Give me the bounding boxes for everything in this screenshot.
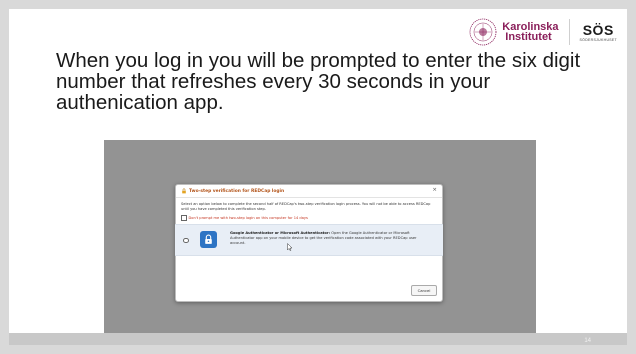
authenticator-lock-icon[interactable] [200,230,217,248]
logo-area: Karolinska Institutet SÖS SÖDERSJUKHUSET [468,13,617,51]
karolinska-wordmark: Karolinska Institutet [502,22,558,43]
authenticator-radio[interactable] [183,237,189,243]
ki-line2: Institutet [505,31,552,43]
lock-icon [182,188,186,194]
karolinska-seal-icon [469,18,497,46]
authenticator-option[interactable]: Google Authenticator or Microsoft Authen… [175,223,443,256]
screenshot-overlay: Two-step verification for REDCap login ×… [104,140,536,345]
slide: Karolinska Institutet SÖS SÖDERSJUKHUSET… [9,9,627,345]
authenticator-option-title: Google Authenticator or Microsoft Authen… [230,230,331,235]
page-number: 14 [584,338,591,344]
skip-prompt-row[interactable]: Don't prompt me with two-step login on t… [181,215,437,221]
authenticator-option-text[interactable]: Google Authenticator or Microsoft Authen… [230,231,430,247]
logo-divider [568,19,570,45]
cancel-button[interactable]: Cancel [411,285,437,296]
skip-prompt-checkbox[interactable] [181,215,187,221]
slide-footer: 14 [9,333,627,345]
sos-subtitle: SÖDERSJUKHUSET [579,37,617,42]
dialog-body: Select an option below to complete the s… [176,198,442,221]
skip-prompt-label[interactable]: Don't prompt me with two-step login on t… [189,216,308,220]
sos-logo: SÖS SÖDERSJUKHUSET [580,23,617,42]
dialog-header: Two-step verification for REDCap login × [176,185,442,198]
dialog-title: Two-step verification for REDCap login [189,188,285,194]
slide-headline: When you log in you will be prompted to … [56,49,581,114]
close-icon[interactable]: × [432,187,437,193]
sos-mark: SÖS [582,21,614,38]
dialog-intro: Select an option below to complete the s… [181,202,431,211]
two-step-dialog: Two-step verification for REDCap login ×… [175,184,443,302]
mouse-cursor-icon [287,242,293,251]
padlock-glyph-icon [205,234,212,244]
